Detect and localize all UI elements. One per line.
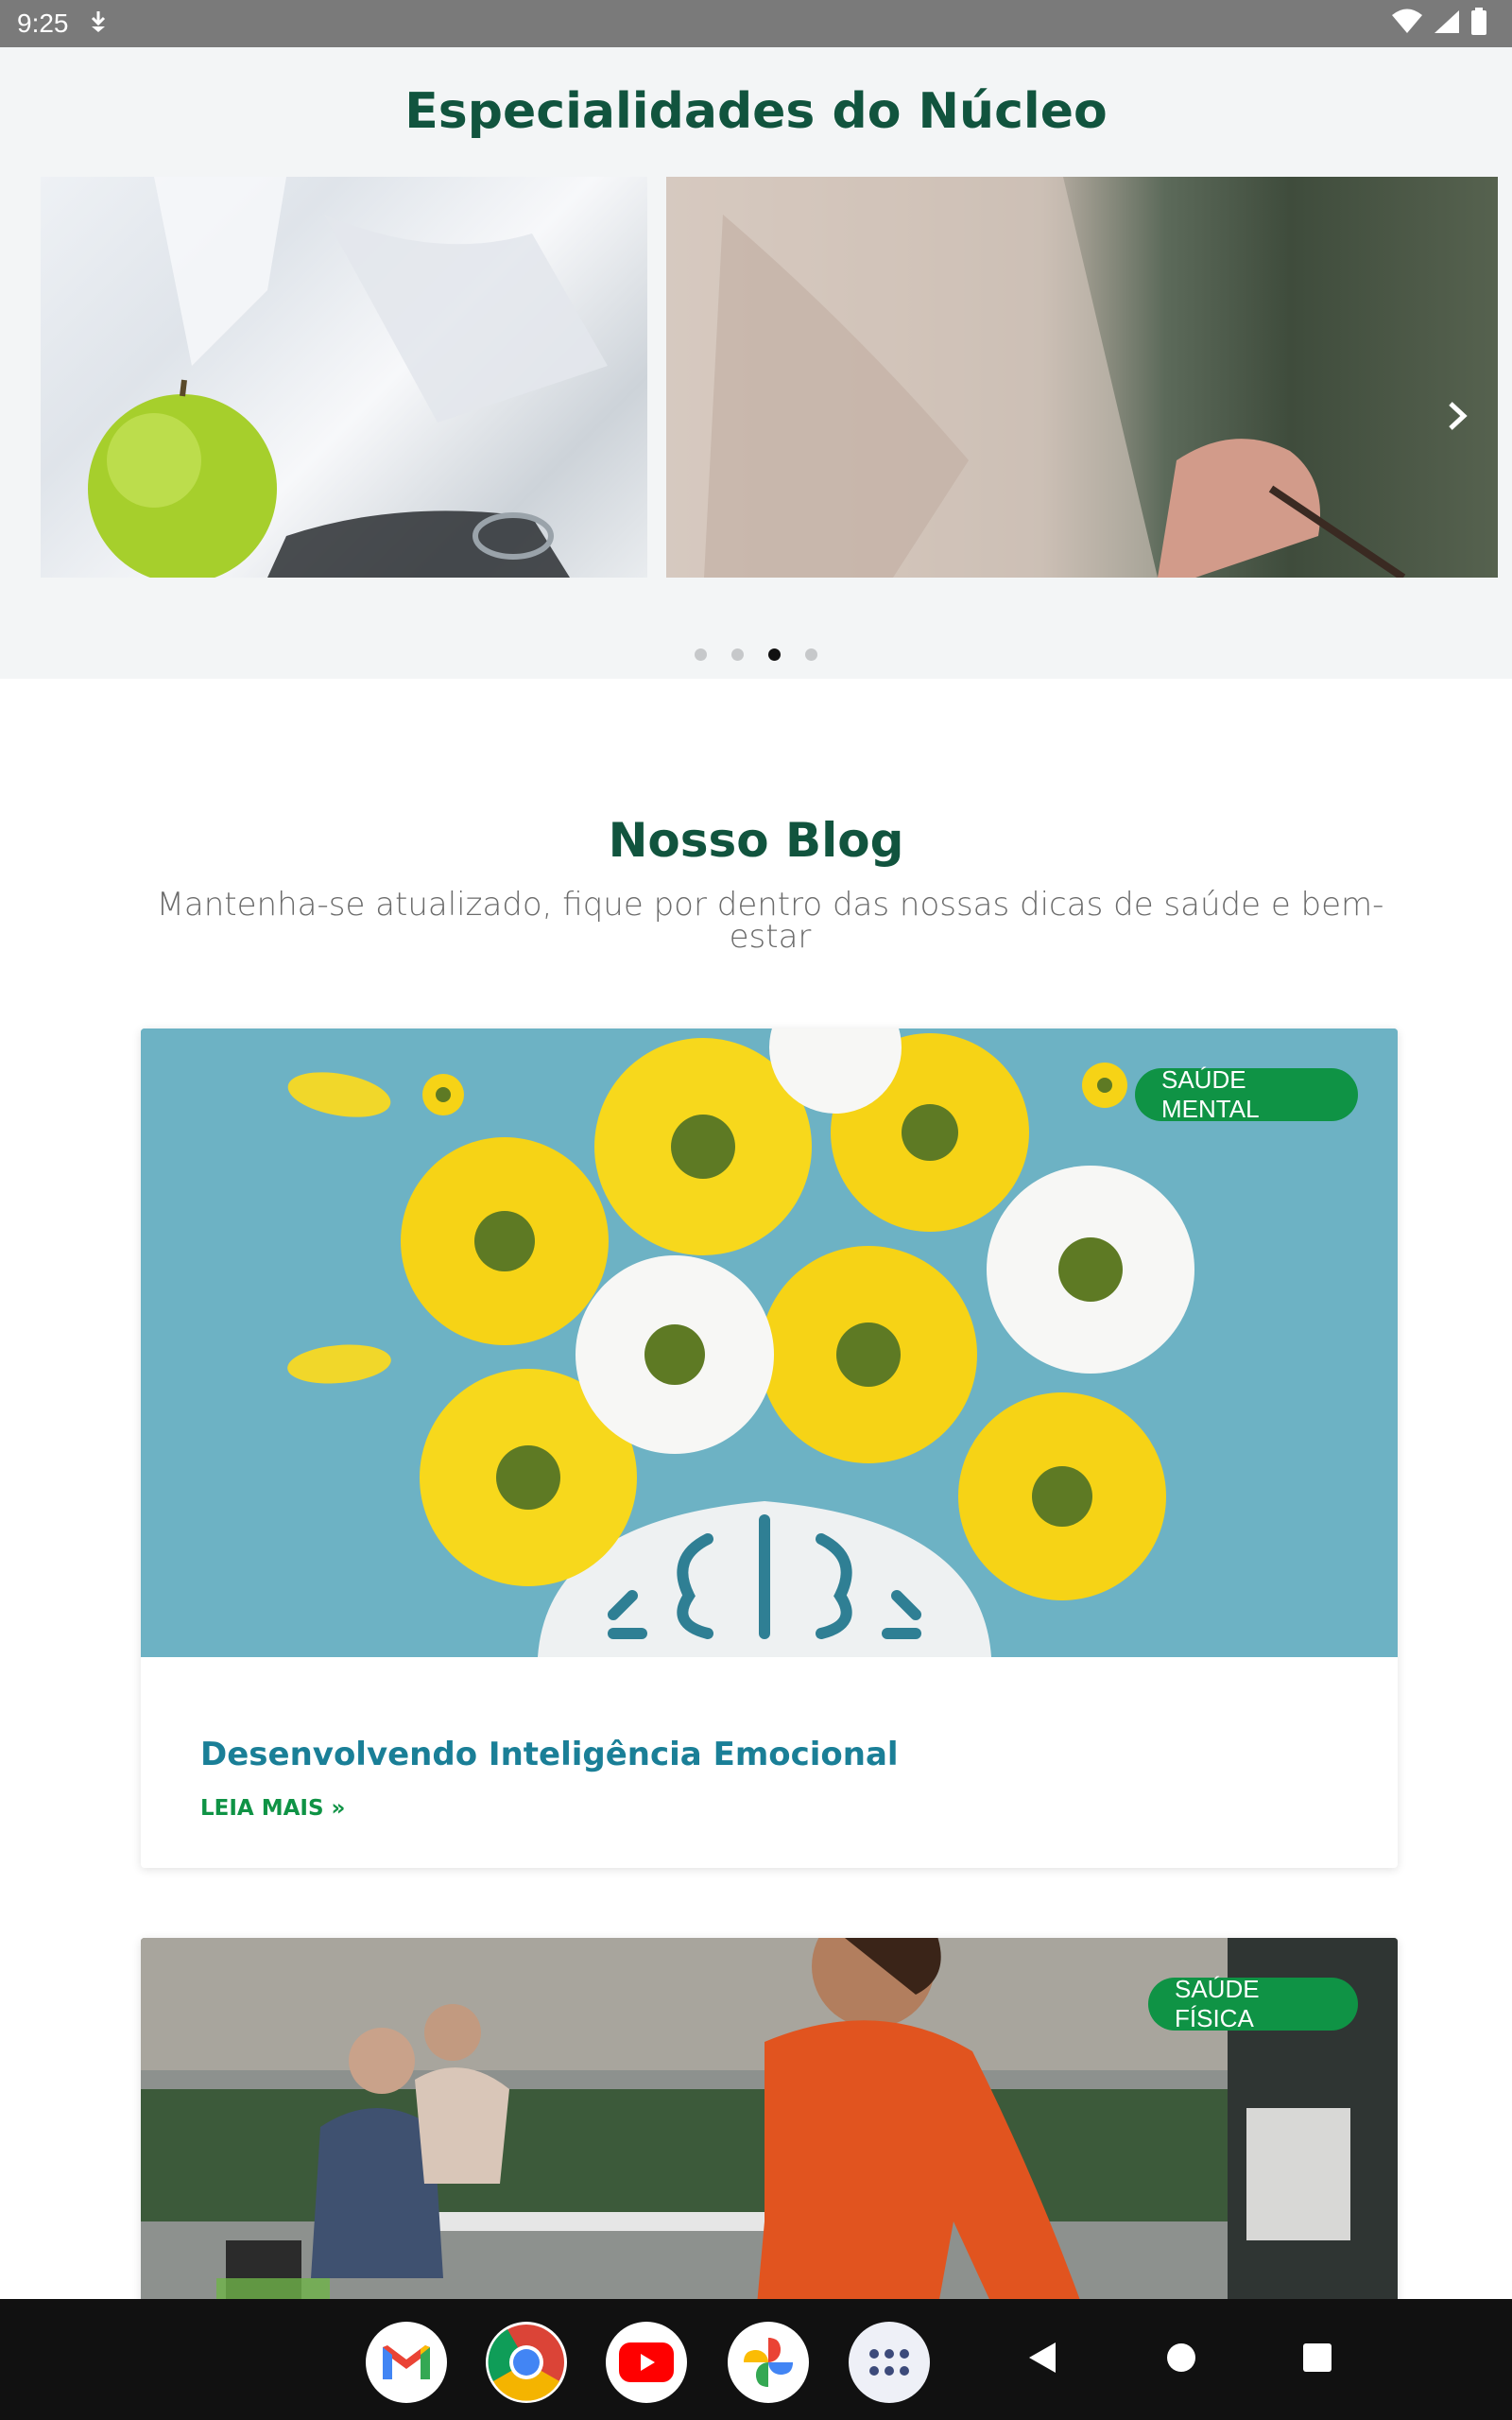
recents-square-icon <box>1302 2342 1332 2377</box>
status-time: 9:25 <box>17 9 69 38</box>
category-badge[interactable]: SAÚDE MENTAL <box>1135 1065 1358 1123</box>
status-bar: 9:25 <box>0 0 1512 47</box>
gmail-icon[interactable] <box>366 2322 447 2403</box>
photos-icon[interactable] <box>728 2322 809 2403</box>
specialty-slide-nutrition[interactable] <box>41 177 647 578</box>
carousel-dot-active[interactable] <box>768 648 781 661</box>
recents-button[interactable] <box>1291 2333 1344 2386</box>
app-drawer-icon[interactable] <box>849 2322 930 2403</box>
chrome-icon[interactable] <box>486 2322 567 2403</box>
blog-card[interactable]: SAÚDE MENTAL Desenvolvendo Inteligência … <box>141 1028 1398 1868</box>
home-button[interactable] <box>1155 2333 1208 2386</box>
carousel-dot[interactable] <box>805 648 817 661</box>
battery-icon <box>1470 8 1487 40</box>
youtube-icon[interactable] <box>606 2322 687 2403</box>
chevron-right-icon <box>1447 400 1468 436</box>
carousel-next-button[interactable] <box>1436 397 1478 439</box>
back-button[interactable] <box>1017 2333 1070 2386</box>
category-badge[interactable]: SAÚDE FÍSICA <box>1148 1975 1358 2032</box>
nutrition-image <box>88 177 608 578</box>
download-notification-icon <box>88 9 109 38</box>
blog-title: Nosso Blog <box>608 813 904 868</box>
back-triangle-icon <box>1027 2341 1059 2378</box>
carousel-dot[interactable] <box>731 648 744 661</box>
blog-card-title[interactable]: Desenvolvendo Inteligência Emocional <box>200 1736 899 1773</box>
navigation-bar <box>0 2299 1512 2420</box>
psychology-image <box>666 177 1406 578</box>
specialty-slide-psychology[interactable] <box>666 177 1498 578</box>
read-more-link[interactable]: LEIA MAIS » <box>200 1796 345 1821</box>
signal-icon <box>1433 9 1461 39</box>
home-circle-icon <box>1166 2342 1196 2377</box>
blog-subtitle: Mantenha-se atualizado, fique por dentro… <box>156 886 1384 956</box>
specialties-title: Especialidades do Núcleo <box>404 83 1108 140</box>
carousel-dots <box>0 648 1512 661</box>
wifi-icon <box>1391 9 1423 39</box>
carousel-dot[interactable] <box>695 648 707 661</box>
specialties-section: Especialidades do Núcleo <box>0 47 1512 679</box>
